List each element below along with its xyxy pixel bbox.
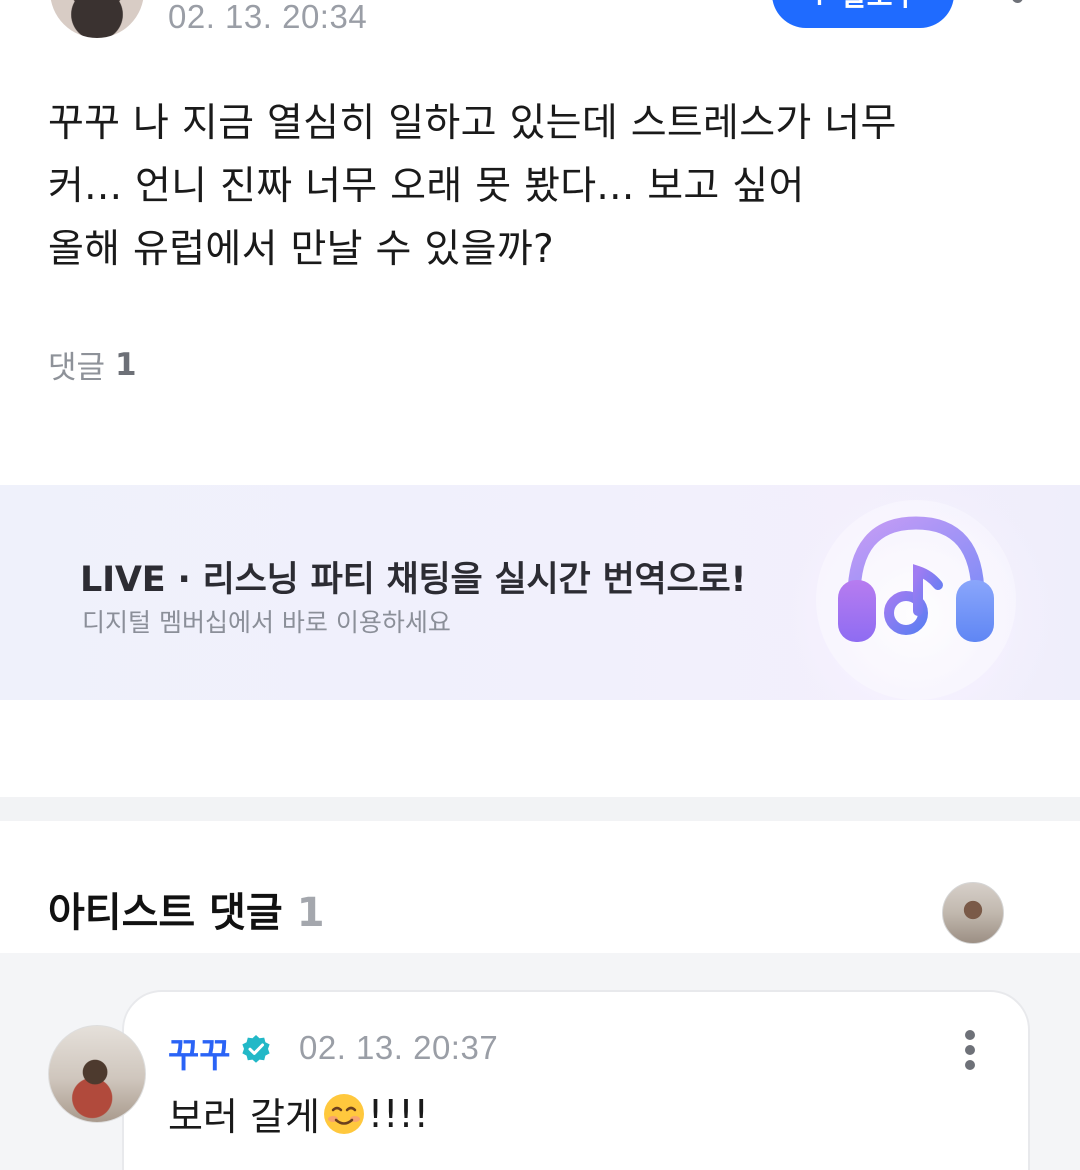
comment-more-options-icon[interactable] <box>958 1028 982 1072</box>
comment-date: 02. 13. 20:37 <box>299 1029 499 1066</box>
section-divider <box>0 797 1080 821</box>
comment-text-main: 보러 갈게 <box>168 1095 320 1139</box>
artist-comments-header: 아티스트 댓글 1 <box>48 880 325 938</box>
smiling-face-icon <box>322 1092 366 1136</box>
comment-text: 보러 갈게 !!!! <box>168 1086 429 1141</box>
post-date: 02. 13. 20:34 <box>168 0 368 35</box>
comment-count[interactable]: 댓글 1 <box>48 342 137 387</box>
comment-author-name[interactable]: 꾸꾸 <box>168 1028 231 1077</box>
verified-badge-icon <box>241 1034 271 1064</box>
more-options-icon[interactable] <box>1003 0 1033 30</box>
headphones-music-icon <box>766 485 1066 700</box>
post-body-text: 꾸꾸 나 지금 열심히 일하고 있는데 스트레스가 너무 커... 언니 진짜 … <box>48 101 897 272</box>
promo-title: LIVE · 리스닝 파티 채팅을 실시간 번역으로! <box>80 560 747 600</box>
artist-avatar-thumbnail[interactable] <box>942 882 1004 944</box>
comment-count-label: 댓글 <box>48 350 106 386</box>
post-detail-page: 02. 13. 20:34 + 팔로우 꾸꾸 나 지금 열심히 일하고 있는데 … <box>0 0 1080 1170</box>
artist-comments-count: 1 <box>296 890 325 936</box>
promo-banner[interactable]: LIVE · 리스닝 파티 채팅을 실시간 번역으로! 디지털 멤버십에서 바로… <box>0 485 1080 700</box>
post-author-avatar[interactable] <box>50 0 144 38</box>
artist-comment-card[interactable] <box>122 990 1030 1170</box>
comment-author-avatar[interactable] <box>48 1025 146 1123</box>
artist-comments-title: 아티스트 댓글 <box>48 890 283 936</box>
comment-text-exclaim: !!!! <box>367 1091 429 1136</box>
comment-count-number: 1 <box>115 346 137 383</box>
promo-subtitle: 디지털 멤버십에서 바로 이용하세요 <box>82 608 451 637</box>
follow-button[interactable]: + 팔로우 <box>772 0 954 28</box>
